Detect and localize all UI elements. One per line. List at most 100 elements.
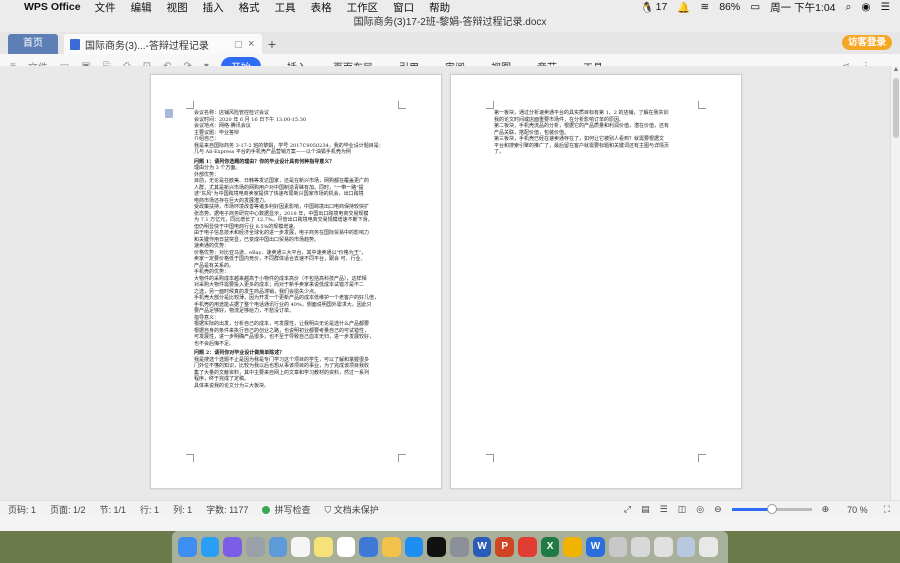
scroll-up-icon[interactable]: ▲ (891, 66, 900, 73)
word-icon[interactable]: W (472, 537, 492, 557)
monitor-icon[interactable]: ▢ (234, 39, 248, 50)
excel-icon[interactable]: X (540, 537, 560, 557)
text-line: 为 7.1 万亿元，同比增长了 12.7%。尽管出口跨境电商交易规模增速不断下滑… (194, 217, 373, 223)
trash-icon[interactable] (699, 537, 719, 557)
menu-edit[interactable]: 编辑 (131, 0, 152, 15)
battery-text[interactable]: 86% (719, 1, 740, 13)
margin-mark (186, 101, 194, 109)
downloads-icon[interactable] (631, 537, 651, 557)
menu-workspace[interactable]: 工作区 (347, 0, 379, 15)
folder-icon[interactable] (676, 537, 696, 557)
margin-mark (698, 101, 706, 109)
close-tab-icon[interactable]: × (248, 38, 262, 50)
status-page[interactable]: 页码: 1 (8, 503, 36, 516)
menu-format[interactable]: 格式 (239, 0, 260, 15)
zoom-in-icon[interactable]: ⊕ (822, 504, 830, 515)
home-tab[interactable]: 首页 (8, 34, 58, 54)
zoom-slider[interactable] (731, 504, 812, 514)
zoom-knob[interactable] (766, 504, 777, 514)
status-section[interactable]: 节: 1/1 (100, 503, 127, 516)
keynote-icon[interactable] (359, 537, 379, 557)
paragraph-icon[interactable] (165, 109, 173, 118)
status-bar: 页码: 1 页面: 1/2 节: 1/1 行: 1 列: 1 字数: 1177 … (0, 500, 900, 517)
document-workspace[interactable]: 会议名称：店铺风险管控检讨会议 会议时间：2020 年 6 月 16 日下午 1… (0, 66, 890, 500)
qq-icon[interactable]: 🐧 17 (641, 1, 668, 14)
scroll-thumb[interactable] (893, 78, 899, 138)
reminders-icon[interactable] (336, 537, 356, 557)
document-protection-button[interactable]: ⛉ 文档未保护 (324, 503, 378, 516)
document-icon (70, 38, 80, 50)
fit-page-icon[interactable]: ⤢ (624, 504, 631, 515)
bell-icon[interactable]: 🔔 (677, 1, 690, 14)
margin-mark (186, 454, 194, 462)
qq-icon[interactable] (427, 537, 447, 557)
web-view-icon[interactable]: ◫ (678, 504, 687, 515)
search-icon[interactable]: ⌕ (846, 1, 852, 14)
menu-file[interactable]: 文件 (95, 0, 116, 15)
status-word-count[interactable]: 字数: 1177 (206, 503, 248, 516)
document-page-1[interactable]: 会议名称：店铺风险管控检讨会议 会议时间：2020 年 6 月 16 日下午 1… (150, 74, 442, 489)
document-tab-label: 国际商务(3)...-答辩过程记录 (85, 40, 209, 52)
photos-icon[interactable] (268, 537, 288, 557)
calendar-icon[interactable] (291, 537, 311, 557)
safari-icon[interactable] (200, 537, 220, 557)
status-row[interactable]: 行: 1 (140, 503, 159, 516)
menu-bar: WPS Office 文件 编辑 视图 插入 格式 工具 表格 工作区 窗口 帮… (0, 0, 900, 14)
clock[interactable]: 周一 下午1:04 (770, 0, 835, 15)
system-preferences-icon[interactable] (450, 537, 469, 557)
spell-check-label: 拼写检查 (274, 504, 311, 515)
text-line: 几与 Ali-Express 平台的手机壳产品营销方案——以个油狐手机壳为例 (194, 149, 351, 155)
photos-app-icon[interactable] (382, 537, 401, 557)
zoom-fill (731, 508, 772, 511)
menu-table[interactable]: 表格 (311, 0, 332, 15)
menu-view[interactable]: 视图 (167, 0, 188, 15)
text-line: 可发展性，进一步明确产品很多，也不至于导致自己血本无归，进一步发展较好， (194, 334, 375, 340)
spell-check-button[interactable]: 拼写检查 (262, 503, 310, 516)
document-tab[interactable]: 国际商务(3)...-答辩过程记录 ▢ × (64, 34, 262, 54)
documents-icon[interactable] (654, 537, 673, 557)
reading-mode-icon[interactable]: ◎ (696, 504, 704, 515)
zoom-out-icon[interactable]: ⊖ (714, 504, 722, 515)
text-line: 也不会后悔不足。 (194, 340, 235, 347)
margin-mark (486, 454, 494, 462)
text-line: 了。 (494, 149, 505, 155)
notes-icon[interactable] (314, 537, 333, 557)
page-view-icon[interactable]: ▤ (641, 504, 650, 515)
menu-insert[interactable]: 插入 (203, 0, 224, 15)
page-2-body: 第一板块，通过分析速卖通平台的具实质目标有第 1、2 的店铺，了解在我实训 我的… (494, 110, 702, 156)
fullscreen-icon[interactable]: ⛶ (884, 504, 890, 515)
wps-icon[interactable]: W (586, 537, 605, 557)
guest-login-button[interactable]: 访客登录 (841, 35, 892, 50)
list-icon[interactable]: ☰ (881, 1, 890, 13)
appstore-icon[interactable] (404, 537, 424, 557)
menu-window[interactable]: 窗口 (393, 0, 414, 15)
document-page-2[interactable]: 第一板块，通过分析速卖通平台的具实质目标有第 1、2 的店铺，了解在我实训 我的… (450, 74, 742, 489)
page-1-body: 会议名称：店铺风险管控检讨会议 会议时间：2020 年 6 月 16 日下午 1… (194, 110, 402, 389)
document-protection-label: 文档未保护 (333, 504, 379, 515)
margin-mark (398, 454, 406, 462)
powerpoint-icon[interactable]: P (495, 537, 515, 557)
check-icon (262, 505, 271, 514)
siri-icon[interactable] (223, 537, 243, 557)
launchpad-icon[interactable] (246, 537, 265, 557)
status-pages[interactable]: 页面: 1/2 (50, 503, 86, 516)
status-column[interactable]: 列: 1 (173, 503, 192, 516)
siri-icon[interactable]: ◉ (861, 1, 870, 13)
finder-icon[interactable] (178, 537, 197, 557)
tab-bar: 首页 国际商务(3)...-答辩过程记录 ▢ × + 访客登录 (0, 32, 900, 54)
margin-mark (398, 101, 406, 109)
battery-icon[interactable]: ▭ (750, 1, 760, 13)
xmind-icon[interactable] (518, 537, 537, 557)
outline-view-icon[interactable]: ☰ (660, 504, 668, 515)
window-title: 国际商务(3)17-2班-黎娟-答辩过程记录.docx (0, 14, 900, 32)
menu-tools[interactable]: 工具 (275, 0, 296, 15)
margin-mark (698, 454, 706, 462)
menu-app-name[interactable]: WPS Office (24, 1, 81, 13)
new-tab-icon[interactable]: + (262, 34, 282, 54)
aggregate-icon[interactable] (563, 537, 583, 557)
vertical-scrollbar[interactable]: ▲ (890, 66, 900, 500)
wifi-icon[interactable]: ≋ (700, 1, 709, 13)
zoom-level[interactable]: 70 % (847, 505, 868, 515)
screenshot-icon[interactable] (608, 537, 628, 557)
menu-help[interactable]: 帮助 (429, 0, 450, 15)
